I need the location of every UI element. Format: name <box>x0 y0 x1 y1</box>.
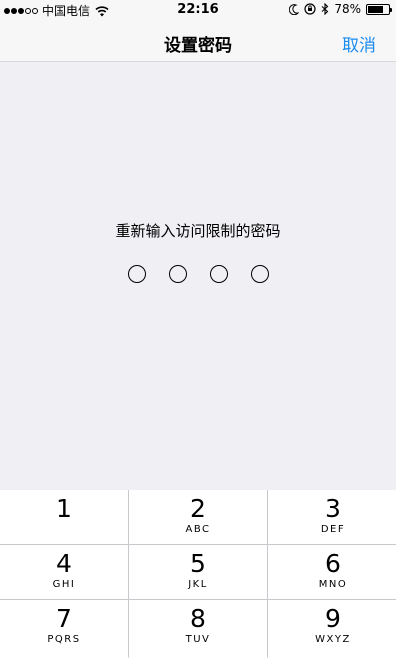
cancel-button[interactable]: 取消 <box>342 31 376 56</box>
key-number: 9 <box>325 604 341 633</box>
key-number: 2 <box>190 494 206 523</box>
battery-tip <box>390 7 392 12</box>
key-number: 7 <box>56 604 72 633</box>
key-letters: ABC <box>185 524 211 535</box>
rotation-lock-icon <box>304 3 316 15</box>
passcode-prompt: 重新输入访问限制的密码 <box>115 222 281 240</box>
bluetooth-icon <box>321 3 329 15</box>
key-letters: JKL <box>188 579 208 590</box>
key-number: 6 <box>325 549 341 578</box>
key-letters: GHI <box>52 579 76 590</box>
key-letters: TUV <box>185 634 211 645</box>
key-6[interactable]: 6 MNO <box>268 545 396 599</box>
status-bar: 中国电信 22:16 78% <box>0 0 396 20</box>
key-number: 5 <box>190 549 206 578</box>
battery-fill <box>368 5 384 13</box>
key-4[interactable]: 4 GHI <box>0 545 128 599</box>
key-letters: PQRS <box>47 634 81 645</box>
key-letters: MNO <box>318 579 348 590</box>
key-9[interactable]: 9 WXYZ <box>268 600 396 659</box>
numeric-keypad: 1 2 ABC 3 DEF 4 GHI 5 JKL 6 MNO 7 PQRS 8… <box>0 490 396 659</box>
key-5[interactable]: 5 JKL <box>129 545 267 599</box>
key-letters: DEF <box>320 524 346 535</box>
battery-icon <box>366 3 392 15</box>
moon-icon <box>289 3 300 15</box>
status-right: 78% <box>289 2 392 16</box>
page-title: 设置密码 <box>164 36 232 56</box>
key-8[interactable]: 8 TUV <box>129 600 267 659</box>
navigation-bar: 设置密码 取消 <box>0 20 396 62</box>
key-number: 3 <box>325 494 341 523</box>
key-number: 1 <box>56 494 72 523</box>
key-3[interactable]: 3 DEF <box>268 490 396 544</box>
key-letters: WXYZ <box>315 634 351 645</box>
passcode-indicator <box>0 265 396 283</box>
key-2[interactable]: 2 ABC <box>129 490 267 544</box>
key-number: 4 <box>56 549 72 578</box>
passcode-dot-4 <box>250 265 269 283</box>
passcode-dot-3 <box>209 265 228 283</box>
passcode-dot-2 <box>168 265 187 283</box>
battery-percent: 78% <box>334 2 361 16</box>
key-1[interactable]: 1 <box>0 490 128 544</box>
key-7[interactable]: 7 PQRS <box>0 600 128 659</box>
passcode-dot-1 <box>127 265 146 283</box>
key-number: 8 <box>190 604 206 633</box>
